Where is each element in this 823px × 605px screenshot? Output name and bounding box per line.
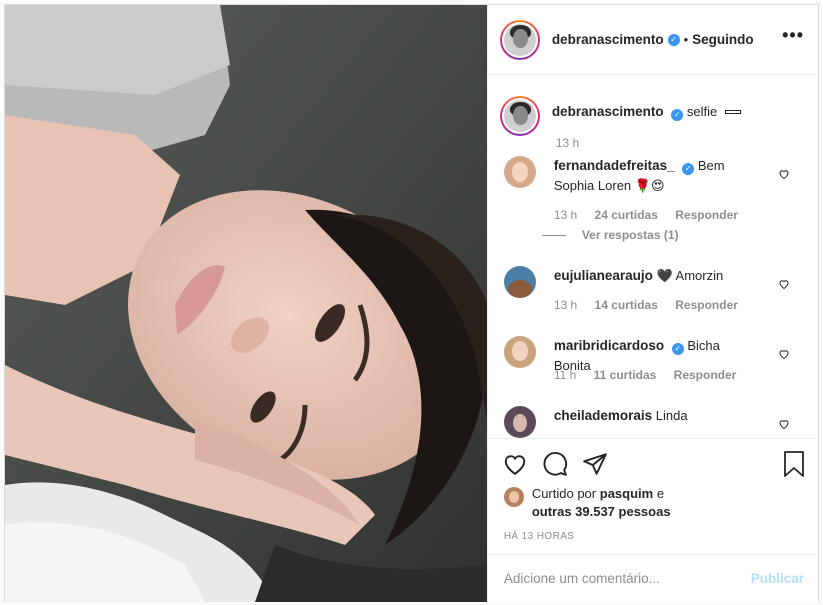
commenter-username[interactable]: cheilademorais — [554, 408, 652, 423]
paper-plane-icon[interactable] — [582, 451, 608, 477]
reply-button[interactable]: Responder — [674, 368, 737, 382]
like-comment-heart-icon[interactable] — [778, 168, 790, 180]
author-avatar[interactable] — [499, 19, 540, 60]
comment-likes[interactable]: 24 curtidas — [595, 208, 658, 222]
verified-badge-icon: ✓ — [682, 163, 695, 175]
author-username[interactable]: debranascimento — [552, 32, 664, 47]
publish-button[interactable]: Publicar — [751, 571, 804, 586]
comments-list[interactable]: debranascimento ✓ selfie 13 h fernandade… — [488, 76, 818, 438]
comment-text-block: fernandadefreitas_ ✓ Bem Sophia Loren 🌹😍 — [554, 156, 759, 196]
liked-by: Curtido por pasquim e outras 39.537 pess… — [503, 485, 692, 521]
comment-meta: 13 h 14 curtidas Responder — [554, 298, 752, 312]
reply-button[interactable]: Responder — [675, 298, 738, 312]
post-photo[interactable] — [5, 5, 487, 602]
liked-by-prefix: Curtido por — [531, 486, 597, 501]
add-comment-bar: Adicione um comentário... Publicar — [487, 554, 818, 602]
post-modal: debranascimento ✓ • Seguindo ••• debrana… — [4, 4, 819, 602]
caption-time: 13 h — [555, 136, 580, 150]
comment-time: 11 h — [553, 368, 577, 382]
comment-text-block: eujulianearaujo 🖤 Amorzin — [554, 266, 759, 286]
bookmark-icon[interactable] — [782, 451, 806, 477]
post-time[interactable]: HÁ 13 HORAS — [504, 531, 575, 542]
post-header: debranascimento ✓ • Seguindo ••• — [487, 5, 818, 75]
separator-dot: • — [683, 32, 689, 47]
liked-by-user[interactable]: pasquim — [600, 486, 653, 501]
commenter-avatar[interactable] — [503, 406, 536, 438]
post-actions: Curtido por pasquim e outras 39.537 pess… — [487, 438, 818, 554]
commenter-avatar[interactable] — [503, 266, 536, 298]
post-caption: debranascimento ✓ selfie — [499, 96, 741, 136]
comment-time: 13 h — [553, 208, 578, 222]
caption-emoji — [724, 110, 741, 114]
verified-badge-icon: ✓ — [671, 343, 684, 355]
comment-input[interactable]: Adicione um comentário... — [504, 571, 751, 586]
commenter-avatar[interactable] — [503, 336, 536, 368]
commenter-username[interactable]: eujulianearaujo — [554, 268, 653, 283]
comment-meta: 11 h 11 curtidas Responder — [554, 368, 751, 382]
comment-bubble-icon[interactable] — [542, 451, 568, 477]
heart-icon[interactable] — [502, 451, 528, 477]
like-comment-heart-icon[interactable] — [778, 278, 790, 290]
commenter-avatar[interactable] — [503, 156, 536, 188]
view-replies-label: Ver respostas (1) — [581, 228, 679, 242]
caption-text: selfie — [686, 104, 718, 119]
liked-by-connector: e — [656, 486, 665, 501]
like-comment-heart-icon[interactable] — [778, 418, 790, 430]
verified-badge-icon: ✓ — [671, 109, 684, 121]
like-comment-heart-icon[interactable] — [778, 348, 790, 360]
comment-time: 13 h — [553, 298, 578, 312]
verified-badge-icon: ✓ — [667, 33, 680, 46]
liker-avatar[interactable] — [503, 487, 524, 507]
action-icons — [502, 451, 608, 477]
selfie-image — [5, 5, 487, 602]
commenter-username[interactable]: maribridicardoso — [554, 338, 664, 353]
comment-likes[interactable]: 14 curtidas — [595, 298, 658, 312]
more-options-icon[interactable]: ••• — [782, 26, 804, 44]
liked-by-others[interactable]: outras 39.537 pessoas — [532, 504, 671, 519]
caption-username[interactable]: debranascimento — [552, 104, 664, 119]
comment-meta: 13 h 24 curtidas Responder — [554, 208, 752, 222]
comment-likes[interactable]: 11 curtidas — [594, 368, 657, 382]
comment-text: 🖤 Amorzin — [656, 268, 724, 283]
comment-text-block: cheilademorais Linda — [554, 406, 759, 426]
comment-text: Linda — [655, 408, 688, 423]
following-button[interactable]: Seguindo — [692, 32, 754, 47]
replies-line — [541, 235, 566, 236]
caption-avatar[interactable] — [499, 96, 540, 136]
reply-button[interactable]: Responder — [675, 208, 738, 222]
commenter-username[interactable]: fernandadefreitas_ — [554, 158, 675, 173]
view-replies-button[interactable]: Ver respostas (1) — [541, 228, 679, 242]
post-side-panel: debranascimento ✓ • Seguindo ••• debrana… — [486, 5, 818, 602]
